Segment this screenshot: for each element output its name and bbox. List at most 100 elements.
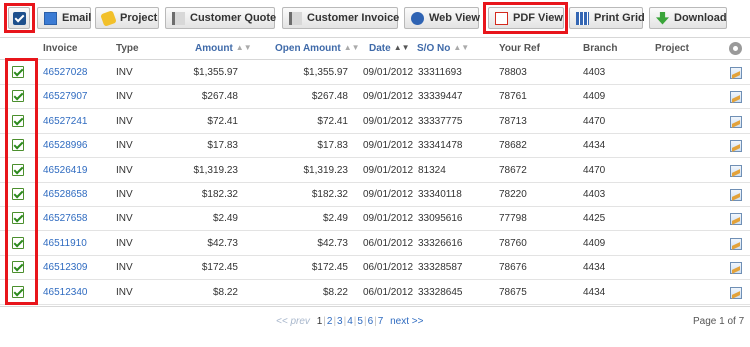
download-icon xyxy=(656,11,669,25)
cell-invoice[interactable]: 46527028 xyxy=(43,67,88,78)
table-row[interactable]: 46528658 INV $182.32 $182.32 09/01/2012 33340… xyxy=(0,183,750,207)
page-link-4[interactable]: 4 xyxy=(347,316,353,327)
page-link-3[interactable]: 3 xyxy=(337,316,343,327)
cell-your-ref: 78676 xyxy=(499,262,527,274)
download-label: Download xyxy=(674,12,727,24)
cell-your-ref: 78682 xyxy=(499,140,527,152)
cell-invoice[interactable]: 46512340 xyxy=(43,287,88,298)
col-amount-label: Amount xyxy=(195,43,233,54)
table-row[interactable]: 46511910 INV $42.73 $42.73 06/01/2012 3332661… xyxy=(0,232,750,256)
page-links: 1|2|3|4|5|6|7 xyxy=(313,316,388,327)
download-button[interactable]: Download xyxy=(649,7,727,29)
print-grid-label: Print Grid xyxy=(594,12,645,24)
customer-quote-button[interactable]: Customer Quote xyxy=(165,7,276,29)
cell-branch: 4434 xyxy=(583,140,606,152)
table-row[interactable]: 46528996 INV $17.83 $17.83 09/01/2012 3334147… xyxy=(0,134,750,159)
toolbar: Email Project Customer Quote Customer In… xyxy=(0,0,750,36)
cell-invoice[interactable]: 46528996 xyxy=(43,140,88,151)
cell-open-amount: $267.48 xyxy=(311,91,348,103)
cell-branch: 4470 xyxy=(583,164,606,176)
project-label: Project xyxy=(120,12,158,24)
cell-invoice[interactable]: 46527658 xyxy=(43,213,88,224)
edit-icon[interactable] xyxy=(730,189,742,201)
cell-type: INV xyxy=(116,67,133,78)
sort-icon: ▲▼ xyxy=(393,43,410,52)
next-link[interactable]: next >> xyxy=(390,316,423,327)
cell-open-amount: $1,355.97 xyxy=(303,67,349,78)
edit-icon[interactable] xyxy=(730,91,742,104)
cell-invoice[interactable]: 46527241 xyxy=(43,116,88,127)
globe-icon xyxy=(411,11,424,25)
table-row[interactable]: 46527241 INV $72.41 $72.41 09/01/2012 3333777… xyxy=(0,110,750,134)
page-link-6[interactable]: 6 xyxy=(368,316,374,327)
cell-date: 06/01/2012 xyxy=(363,286,414,298)
cell-branch: 4425 xyxy=(583,213,606,225)
table-row[interactable]: 46526419 INV $1,319.23 $1,319.23 09/01/2012 8… xyxy=(0,159,750,183)
cell-open-amount: $17.83 xyxy=(317,140,348,152)
edit-icon[interactable] xyxy=(730,262,742,275)
cell-so-no: 33328645 xyxy=(418,286,463,298)
quote-icon xyxy=(172,11,185,25)
col-open-amount[interactable]: Open Amount ▲▼ xyxy=(275,43,360,54)
cell-invoice[interactable]: 46512309 xyxy=(43,262,88,273)
page-link-2[interactable]: 2 xyxy=(327,316,333,327)
col-amount[interactable]: Amount ▲▼ xyxy=(195,43,252,54)
col-project[interactable]: Project xyxy=(655,43,689,54)
cell-date: 09/01/2012 xyxy=(363,189,414,200)
table-row[interactable]: 46527658 INV $2.49 $2.49 09/01/2012 33095616 7… xyxy=(0,207,750,232)
page-separator: | xyxy=(333,316,337,327)
col-date[interactable]: Date ▲▼ xyxy=(369,43,410,54)
cell-open-amount: $182.32 xyxy=(311,189,348,200)
col-your-ref[interactable]: Your Ref xyxy=(499,43,540,54)
page-link-1[interactable]: 1 xyxy=(317,316,323,327)
print-grid-button[interactable]: Print Grid xyxy=(569,7,645,29)
cell-date: 09/01/2012 xyxy=(363,164,414,176)
cell-branch: 4434 xyxy=(583,286,606,298)
gear-icon[interactable] xyxy=(729,42,742,55)
col-so-no[interactable]: S/O No ▲▼ xyxy=(417,43,469,54)
table-row[interactable]: 46527028 INV $1,355.97 $1,355.97 09/01/2012 3… xyxy=(0,61,750,85)
page-link-7[interactable]: 7 xyxy=(378,316,384,327)
col-invoice[interactable]: Invoice xyxy=(43,43,77,54)
page-link-5[interactable]: 5 xyxy=(357,316,363,327)
col-branch[interactable]: Branch xyxy=(583,43,617,54)
cell-amount: $172.45 xyxy=(201,262,238,274)
cell-open-amount: $1,319.23 xyxy=(303,164,349,176)
edit-icon[interactable] xyxy=(730,67,742,79)
cell-amount: $72.41 xyxy=(207,115,238,127)
cell-type: INV xyxy=(116,213,133,225)
table-row[interactable]: 46512340 INV $8.22 $8.22 06/01/2012 33328645 7… xyxy=(0,281,750,305)
edit-icon[interactable] xyxy=(730,213,742,226)
cell-invoice[interactable]: 46528658 xyxy=(43,189,88,200)
cell-your-ref: 78713 xyxy=(499,115,527,127)
cell-amount: $1,355.97 xyxy=(193,67,239,78)
edit-icon[interactable] xyxy=(730,140,742,153)
table-row[interactable]: 46512309 INV $172.45 $172.45 06/01/2012 33328… xyxy=(0,256,750,281)
page-separator: | xyxy=(323,316,326,327)
cell-date: 09/01/2012 xyxy=(363,140,414,152)
col-type[interactable]: Type xyxy=(116,43,139,54)
project-button[interactable]: Project xyxy=(95,7,159,29)
pager: << prev 1|2|3|4|5|6|7 next >> xyxy=(276,316,423,327)
cell-your-ref: 78675 xyxy=(499,286,527,298)
cell-type: INV xyxy=(116,91,133,103)
cell-amount: $182.32 xyxy=(201,189,238,200)
edit-icon[interactable] xyxy=(730,164,742,177)
cell-invoice[interactable]: 46511910 xyxy=(43,238,87,249)
edit-icon[interactable] xyxy=(730,286,742,299)
email-button[interactable]: Email xyxy=(37,7,91,29)
cell-invoice[interactable]: 46526419 xyxy=(43,165,88,176)
table-row[interactable]: 46527907 INV $267.48 $267.48 09/01/2012 33339… xyxy=(0,85,750,110)
edit-icon[interactable] xyxy=(730,237,742,250)
cell-branch: 4409 xyxy=(583,237,606,249)
web-view-button[interactable]: Web View xyxy=(404,7,480,29)
customer-invoice-button[interactable]: Customer Invoice xyxy=(282,7,399,29)
prev-link[interactable]: << prev xyxy=(276,316,310,327)
cell-open-amount: $2.49 xyxy=(322,213,348,225)
cell-amount: $8.22 xyxy=(212,286,238,298)
table-header: Invoice Type Amount ▲▼ Open Amount ▲▼ Date… xyxy=(0,37,750,60)
cell-date: 06/01/2012 xyxy=(363,262,414,274)
edit-icon[interactable] xyxy=(730,115,742,128)
invoice-icon xyxy=(289,11,302,25)
cell-invoice[interactable]: 46527907 xyxy=(43,91,88,102)
